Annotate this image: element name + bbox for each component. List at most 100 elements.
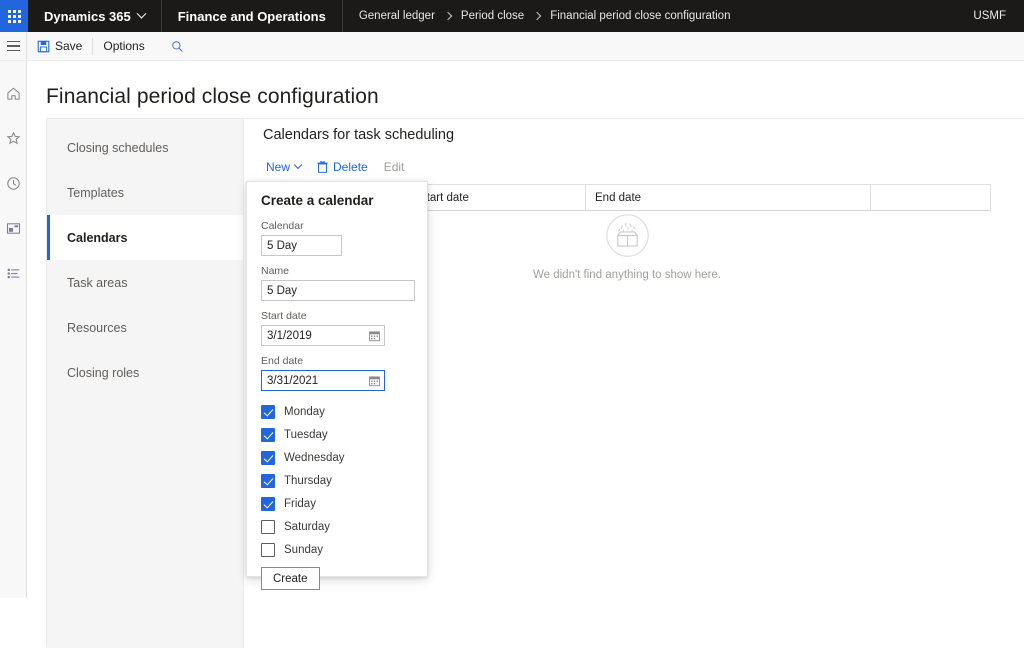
chevron-right-icon	[533, 12, 541, 20]
field-label: Calendar	[261, 220, 413, 232]
dropdown-title: Create a calendar	[261, 193, 413, 208]
nav-item-closing-schedules[interactable]: Closing schedules	[47, 125, 243, 170]
field-label: Start date	[261, 310, 413, 322]
sidebar-item-favorites[interactable]	[0, 116, 27, 161]
pane-toolbar: New Delete Edit	[259, 156, 411, 178]
new-button[interactable]: New	[259, 156, 308, 178]
start-date-input-value: 3/1/2019	[267, 330, 312, 342]
create-button[interactable]: Create	[261, 567, 320, 590]
checkbox-row-tuesday[interactable]: Tuesday	[261, 423, 413, 446]
nav-item-label: Resources	[67, 321, 127, 335]
checkbox-row-sunday[interactable]: Sunday	[261, 538, 413, 561]
pane-title: Calendars for task scheduling	[263, 127, 454, 143]
checkbox-label: Thursday	[284, 475, 332, 487]
nav-item-resources[interactable]: Resources	[47, 305, 243, 350]
top-navigation-bar: Dynamics 365 Finance and Operations Gene…	[0, 0, 1024, 32]
nav-item-label: Calendars	[67, 231, 127, 245]
company-label: USMF	[973, 10, 1006, 22]
field-label: End date	[261, 355, 413, 367]
create-calendar-dropdown: Create a calendar Calendar 5 Day Name 5 …	[246, 181, 428, 577]
checkbox-label: Tuesday	[284, 429, 328, 441]
checkbox-wednesday[interactable]	[261, 451, 275, 465]
start-date-input[interactable]: 3/1/2019	[261, 325, 385, 346]
nav-item-label: Templates	[67, 186, 124, 200]
checkbox-row-wednesday[interactable]: Wednesday	[261, 446, 413, 469]
create-button-label: Create	[273, 573, 308, 585]
new-label: New	[266, 160, 290, 174]
empty-box-icon	[601, 209, 654, 262]
company-selector[interactable]: USMF	[955, 0, 1024, 32]
app-name-label: Finance and Operations	[178, 9, 326, 24]
empty-state-message: We didn't find anything to show here.	[533, 269, 721, 281]
calendar-picker-icon[interactable]	[369, 330, 380, 341]
calendar-input-value: 5 Day	[267, 240, 297, 252]
trash-icon	[317, 161, 328, 173]
field-end-date: End date 3/31/2021	[261, 355, 413, 391]
nav-item-task-areas[interactable]: Task areas	[47, 260, 243, 305]
field-start-date: Start date 3/1/2019	[261, 310, 413, 346]
checkbox-sunday[interactable]	[261, 543, 275, 557]
breadcrumb-item-0[interactable]: General ledger	[359, 10, 435, 22]
nav-item-calendars[interactable]: Calendars	[47, 215, 243, 260]
checkbox-friday[interactable]	[261, 497, 275, 511]
product-menu-button[interactable]: Dynamics 365	[28, 0, 162, 32]
grid-column-header-start-date[interactable]: Start date	[410, 185, 586, 210]
breadcrumb-item-1[interactable]: Period close	[461, 10, 524, 22]
nav-item-templates[interactable]: Templates	[47, 170, 243, 215]
delete-label: Delete	[333, 160, 368, 174]
options-button[interactable]: Options	[93, 32, 154, 60]
chevron-down-icon	[136, 8, 146, 18]
field-label: Name	[261, 265, 413, 277]
search-button[interactable]	[161, 32, 194, 60]
calendar-picker-icon[interactable]	[369, 375, 380, 386]
command-bar: Save Options	[0, 32, 1024, 61]
weekday-checkbox-list: Monday Tuesday Wednesday Thursday Friday…	[261, 400, 413, 561]
search-icon	[171, 40, 184, 53]
grid-column-header-end-date[interactable]: End date	[586, 185, 871, 210]
checkbox-row-friday[interactable]: Friday	[261, 492, 413, 515]
content-card: Closing schedules Templates Calendars Ta…	[46, 118, 1024, 647]
field-name: Name 5 Day	[261, 265, 413, 301]
checkbox-label: Monday	[284, 406, 325, 418]
configuration-nav-list: Closing schedules Templates Calendars Ta…	[47, 119, 244, 648]
clock-icon	[6, 176, 21, 191]
checkbox-monday[interactable]	[261, 405, 275, 419]
checkbox-label: Wednesday	[284, 452, 345, 464]
save-button[interactable]: Save	[27, 32, 92, 60]
checkbox-label: Saturday	[284, 521, 330, 533]
checkbox-row-thursday[interactable]: Thursday	[261, 469, 413, 492]
app-name-link[interactable]: Finance and Operations	[162, 0, 343, 32]
sidebar-item-recent[interactable]	[0, 161, 27, 206]
nav-item-label: Task areas	[67, 276, 127, 290]
end-date-input-value: 3/31/2021	[267, 375, 318, 387]
home-icon	[6, 86, 21, 101]
sidebar-item-home[interactable]	[0, 71, 27, 116]
checkbox-tuesday[interactable]	[261, 428, 275, 442]
nav-item-label: Closing schedules	[67, 141, 168, 155]
sidebar-item-workspaces[interactable]	[0, 206, 27, 251]
name-input[interactable]: 5 Day	[261, 280, 415, 301]
checkbox-row-saturday[interactable]: Saturday	[261, 515, 413, 538]
field-calendar: Calendar 5 Day	[261, 220, 413, 256]
checkbox-thursday[interactable]	[261, 474, 275, 488]
delete-button[interactable]: Delete	[310, 156, 375, 178]
calendar-input[interactable]: 5 Day	[261, 235, 342, 256]
list-icon	[6, 266, 21, 281]
edit-button[interactable]: Edit	[377, 156, 412, 178]
end-date-input[interactable]: 3/31/2021	[261, 370, 385, 391]
hamburger-icon[interactable]	[0, 32, 27, 60]
nav-item-closing-roles[interactable]: Closing roles	[47, 350, 243, 395]
checkbox-row-monday[interactable]: Monday	[261, 400, 413, 423]
waffle-menu-button[interactable]	[0, 0, 28, 32]
page-content: Financial period close configuration Clo…	[27, 61, 1024, 598]
name-input-value: 5 Day	[267, 285, 297, 297]
checkbox-saturday[interactable]	[261, 520, 275, 534]
options-label: Options	[103, 39, 144, 53]
nav-item-label: Closing roles	[67, 366, 139, 380]
grid-column-label: End date	[595, 192, 641, 204]
edit-label: Edit	[384, 160, 405, 174]
left-icon-rail	[0, 61, 27, 598]
breadcrumb: General ledger Period close Financial pe…	[343, 0, 747, 32]
sidebar-item-modules[interactable]	[0, 251, 27, 296]
breadcrumb-item-2[interactable]: Financial period close configuration	[550, 10, 730, 22]
